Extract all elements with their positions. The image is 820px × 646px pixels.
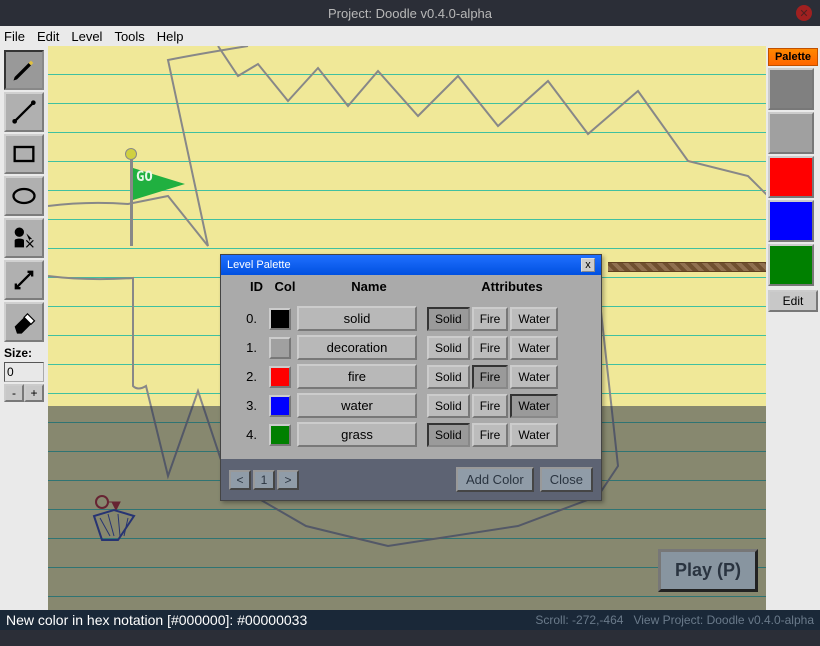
header-col: Col bbox=[263, 279, 307, 294]
palette-swatch-4[interactable] bbox=[768, 244, 814, 286]
attr-fire-button[interactable]: Fire bbox=[472, 365, 509, 389]
play-button[interactable]: Play (P) bbox=[658, 549, 758, 592]
row-color-swatch[interactable] bbox=[269, 366, 291, 388]
pager: < 1 > bbox=[229, 470, 299, 490]
row-name-button[interactable]: water bbox=[297, 393, 417, 418]
palette-swatch-0[interactable] bbox=[768, 68, 814, 110]
attr-water-button[interactable]: Water bbox=[510, 423, 558, 447]
titlebar: Project: Doodle v0.4.0-alpha ✕ bbox=[0, 0, 820, 26]
row-name-button[interactable]: grass bbox=[297, 422, 417, 447]
dirt-platform bbox=[608, 262, 766, 272]
attr-solid-button[interactable]: Solid bbox=[427, 365, 470, 389]
dialog-close-button[interactable]: x bbox=[581, 258, 595, 272]
add-color-button[interactable]: Add Color bbox=[456, 467, 534, 492]
size-label: Size: bbox=[4, 346, 44, 360]
size-minus-button[interactable]: - bbox=[4, 384, 24, 402]
row-id: 0. bbox=[229, 311, 263, 326]
pencil-tool[interactable] bbox=[4, 50, 44, 90]
dialog-body: 0.solidSolidFireWater1.decorationSolidFi… bbox=[221, 298, 601, 459]
palette-row: 0. solid SolidFireWater bbox=[229, 306, 593, 331]
status-right: Scroll: -272,-464 View Project: Doodle v… bbox=[535, 613, 814, 627]
attr-fire-button[interactable]: Fire bbox=[472, 336, 509, 360]
menu-edit[interactable]: Edit bbox=[37, 29, 59, 44]
palette-sidebar: Palette Edit bbox=[766, 46, 820, 314]
attr-water-button[interactable]: Water bbox=[510, 336, 558, 360]
row-color-swatch[interactable] bbox=[269, 308, 291, 330]
workspace: GO Size: 0 - + Palette Edit bbox=[0, 46, 820, 610]
status-view: View Project: Doodle v0.4.0-alpha bbox=[633, 613, 814, 627]
size-plus-button[interactable]: + bbox=[24, 384, 44, 402]
palette-row: 2. fire SolidFireWater bbox=[229, 364, 593, 389]
palette-edit-button[interactable]: Edit bbox=[768, 290, 818, 312]
size-value: 0 bbox=[4, 362, 44, 382]
palette-label: Palette bbox=[768, 48, 818, 66]
attr-solid-button[interactable]: Solid bbox=[427, 394, 470, 418]
attr-fire-button[interactable]: Fire bbox=[472, 394, 509, 418]
palette-row: 4. grass SolidFireWater bbox=[229, 422, 593, 447]
attr-solid-button[interactable]: Solid bbox=[427, 307, 470, 331]
header-attributes: Attributes bbox=[431, 279, 593, 294]
header-id: ID bbox=[229, 279, 263, 294]
row-name-button[interactable]: solid bbox=[297, 306, 417, 331]
dialog-close-footer-button[interactable]: Close bbox=[540, 467, 593, 492]
row-id: 2. bbox=[229, 369, 263, 384]
line-tool[interactable] bbox=[4, 92, 44, 132]
flag-label: GO bbox=[136, 169, 153, 185]
close-icon[interactable]: ✕ bbox=[796, 5, 812, 21]
row-id: 1. bbox=[229, 340, 263, 355]
row-color-swatch[interactable] bbox=[269, 424, 291, 446]
dialog-footer: < 1 > Add Color Close bbox=[221, 459, 601, 500]
rectangle-tool[interactable] bbox=[4, 134, 44, 174]
palette-swatch-2[interactable] bbox=[768, 156, 814, 198]
menubar: File Edit Level Tools Help bbox=[0, 26, 820, 46]
palette-row: 1. decoration SolidFireWater bbox=[229, 335, 593, 360]
tool-toolbar: Size: 0 - + bbox=[0, 46, 48, 406]
menu-tools[interactable]: Tools bbox=[114, 29, 144, 44]
status-message: New color in hex notation [#000000]: #00… bbox=[6, 612, 307, 628]
attr-fire-button[interactable]: Fire bbox=[472, 423, 509, 447]
header-name: Name bbox=[307, 279, 431, 294]
attr-water-button[interactable]: Water bbox=[510, 365, 558, 389]
menu-help[interactable]: Help bbox=[157, 29, 184, 44]
attr-solid-button[interactable]: Solid bbox=[427, 336, 470, 360]
palette-row: 3. water SolidFireWater bbox=[229, 393, 593, 418]
attr-water-button[interactable]: Water bbox=[510, 307, 558, 331]
ellipse-tool[interactable] bbox=[4, 176, 44, 216]
row-color-swatch[interactable] bbox=[269, 395, 291, 417]
attr-water-button[interactable]: Water bbox=[510, 394, 558, 418]
palette-swatch-1[interactable] bbox=[768, 112, 814, 154]
dialog-header-row: ID Col Name Attributes bbox=[221, 275, 601, 298]
link-tool[interactable] bbox=[4, 260, 44, 300]
row-color-swatch[interactable] bbox=[269, 337, 291, 359]
row-id: 4. bbox=[229, 427, 263, 442]
level-palette-dialog: Level Palette x ID Col Name Attributes 0… bbox=[220, 254, 602, 501]
pager-next-button[interactable]: > bbox=[277, 470, 299, 490]
palette-swatch-3[interactable] bbox=[768, 200, 814, 242]
statusbar: New color in hex notation [#000000]: #00… bbox=[0, 610, 820, 630]
eraser-tool[interactable] bbox=[4, 302, 44, 342]
window-title: Project: Doodle v0.4.0-alpha bbox=[328, 6, 492, 21]
row-id: 3. bbox=[229, 398, 263, 413]
attr-solid-button[interactable]: Solid bbox=[427, 423, 470, 447]
pager-prev-button[interactable]: < bbox=[229, 470, 251, 490]
row-name-button[interactable]: fire bbox=[297, 364, 417, 389]
status-scroll: Scroll: -272,-464 bbox=[535, 613, 623, 627]
menu-level[interactable]: Level bbox=[71, 29, 102, 44]
dialog-title: Level Palette bbox=[227, 259, 291, 271]
dialog-titlebar[interactable]: Level Palette x bbox=[221, 255, 601, 275]
actor-tool[interactable] bbox=[4, 218, 44, 258]
menu-file[interactable]: File bbox=[4, 29, 25, 44]
attr-fire-button[interactable]: Fire bbox=[472, 307, 509, 331]
pager-page[interactable]: 1 bbox=[253, 470, 275, 490]
row-name-button[interactable]: decoration bbox=[297, 335, 417, 360]
